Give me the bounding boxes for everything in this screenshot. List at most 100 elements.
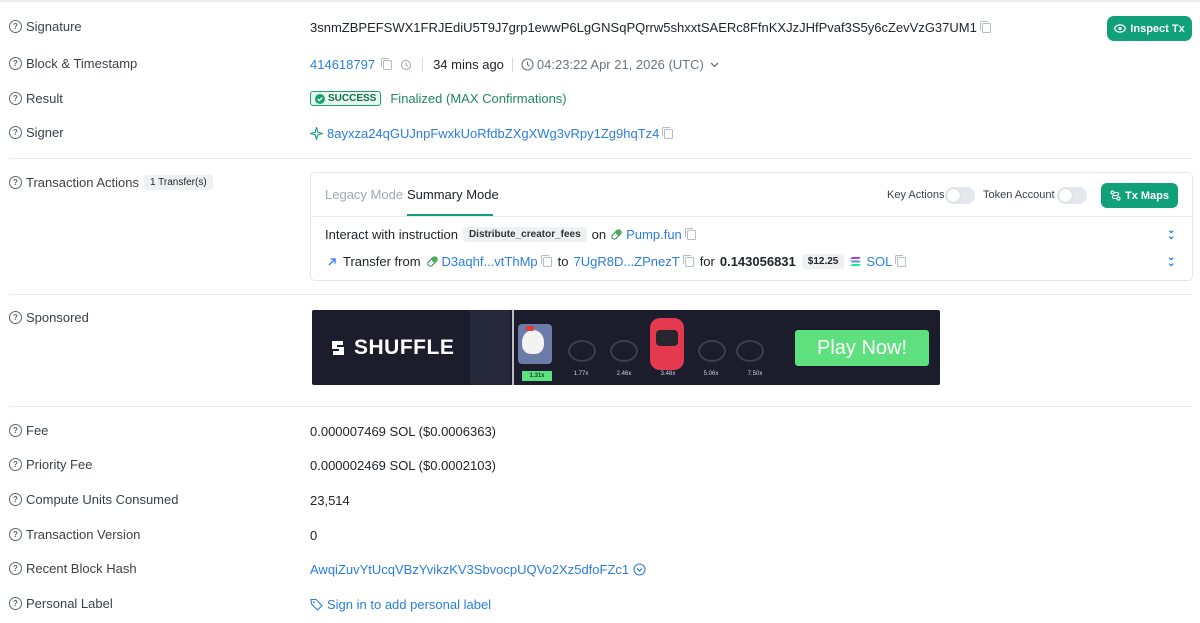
arrow-up-right-icon	[328, 257, 336, 265]
ad-manhole	[736, 340, 764, 362]
play-now-button[interactable]: Play Now!	[795, 330, 929, 366]
fee-row: ? Fee 0.000007469 SOL ($0.0006363)	[0, 422, 1200, 442]
key-actions-label: Key Actions	[887, 189, 945, 201]
recent-hash-row: ? Recent Block Hash AwqiZuvYtUcqVBzYvikzK…	[0, 560, 1200, 580]
inspect-tx-button[interactable]: Inspect Tx	[1107, 16, 1192, 41]
eye-icon	[1114, 24, 1127, 33]
help-icon[interactable]: ?	[9, 92, 22, 105]
separator	[422, 57, 424, 72]
block-link[interactable]: 414618797	[310, 57, 375, 72]
compute-row: ? Compute Units Consumed 23,514	[0, 491, 1200, 511]
program-link[interactable]: Pump.fun	[626, 227, 682, 242]
help-icon[interactable]: ?	[9, 57, 22, 70]
chevron-down-icon[interactable]	[710, 62, 719, 68]
sponsored-label: ? Sponsored	[9, 310, 89, 325]
recent-hash-value: AwqiZuvYtUcqVBzYvikzKV3SbvocpUQVo2Xz5dfo…	[310, 562, 646, 577]
copy-icon[interactable]	[682, 254, 694, 267]
copy-icon[interactable]	[979, 20, 991, 33]
block-label: ? Block & Timestamp	[9, 56, 137, 71]
personal-label-row: ? Personal Label Sign in to add personal …	[0, 595, 1200, 615]
double-chevron-icon[interactable]: ⌄ ⌄	[1167, 253, 1175, 269]
block-row: ? Block & Timestamp 414618797 34 mins ago…	[0, 55, 1200, 75]
tab-legacy-mode[interactable]: Legacy Mode	[325, 187, 403, 202]
confirmation-text: Finalized (MAX Confirmations)	[390, 91, 567, 106]
token-account-label: Token Account	[983, 189, 1055, 201]
tab-summary-mode[interactable]: Summary Mode	[407, 187, 499, 202]
multiplier-label: 5.06x	[703, 371, 719, 377]
copy-icon[interactable]	[895, 254, 907, 267]
signer-value: 8ayxza24qGUJnpFwxkUoRfdbZXgXWg3vRpy1Zg9h…	[310, 126, 674, 141]
instruction-line: Interact with instruction Distribute_cre…	[325, 227, 696, 242]
signature-label: ? Signature	[9, 19, 82, 34]
signer-row: ? Signer 8ayxza24qGUJnpFwxkUoRfdbZXgXWg3v…	[0, 124, 1200, 144]
help-icon[interactable]: ?	[9, 597, 22, 610]
actions-card: Legacy Mode Summary Mode Key Actions Tok…	[310, 172, 1193, 281]
recent-hash-label: ? Recent Block Hash	[9, 561, 137, 576]
divider	[9, 158, 1192, 159]
history-icon[interactable]	[400, 59, 412, 71]
sign-in-link[interactable]: Sign in to add personal label	[327, 597, 491, 612]
compute-value: 23,514	[310, 493, 350, 508]
tx-maps-button[interactable]: Tx Maps	[1101, 183, 1178, 208]
tag-icon	[310, 598, 323, 611]
signer-link[interactable]: 8ayxza24qGUJnpFwxkUoRfdbZXgXWg3vRpy1Zg9h…	[327, 126, 659, 141]
multiplier-label: 2.46x	[616, 371, 632, 377]
status-badge: SUCCESS	[310, 91, 382, 106]
transfer-count-badge: 1 Transfer(s)	[143, 175, 213, 190]
clock-icon	[521, 58, 534, 71]
usd-value-chip: $12.25	[801, 254, 845, 269]
fee-label: ? Fee	[9, 423, 48, 438]
pill-icon	[426, 256, 438, 267]
token-link[interactable]: SOL	[866, 254, 892, 269]
time-ago: 34 mins ago	[433, 57, 504, 72]
chevron-down-circle-icon[interactable]	[633, 563, 646, 576]
double-chevron-icon[interactable]: ⌄ ⌄	[1167, 226, 1175, 242]
version-value: 0	[310, 528, 318, 543]
help-icon[interactable]: ?	[9, 458, 22, 471]
help-icon[interactable]: ?	[9, 528, 22, 541]
sparkle-icon	[310, 127, 323, 140]
ad-lane	[470, 310, 510, 385]
help-icon[interactable]: ?	[9, 562, 22, 575]
help-icon[interactable]: ?	[9, 126, 22, 139]
sponsored-banner[interactable]: SHUFFLE 1.31x 1.77x 2.46x 3.48x 5.06x 7.…	[312, 310, 940, 385]
signer-label: ? Signer	[9, 125, 64, 140]
signature-hash: 3snmZBPEFSWX1FRJEdiU5T9J7grp1ewwP6LgGNSq…	[310, 20, 977, 35]
recent-hash-link[interactable]: AwqiZuvYtUcqVBzYvikzKV3SbvocpUQVo2Xz5dfo…	[310, 562, 629, 577]
priority-fee-value: 0.000002469 SOL ($0.0002103)	[310, 458, 497, 473]
copy-icon[interactable]	[662, 126, 674, 139]
multiplier-label: 7.50x	[747, 371, 763, 377]
ad-logo: SHUFFLE	[328, 336, 454, 360]
ad-manhole	[610, 340, 638, 362]
divider	[9, 406, 1192, 407]
fee-value: 0.000007469 SOL ($0.0006363)	[310, 424, 497, 439]
copy-icon[interactable]	[381, 57, 393, 70]
help-icon[interactable]: ?	[9, 20, 22, 33]
actions-label: ? Transaction Actions 1 Transfer(s)	[9, 175, 213, 190]
solana-icon	[850, 257, 862, 266]
timestamp: 04:23:22 Apr 21, 2026 (UTC)	[536, 57, 704, 72]
help-icon[interactable]: ?	[9, 493, 22, 506]
priority-fee-row: ? Priority Fee 0.000002469 SOL ($0.000210…	[0, 456, 1200, 476]
to-address-link[interactable]: 7UgR8D...ZPnezT	[573, 254, 679, 269]
transfer-line: Transfer from D3aqhf...vtThMp to 7UgR8D.…	[327, 254, 907, 269]
copy-icon[interactable]	[684, 227, 696, 240]
help-icon[interactable]: ?	[9, 424, 22, 437]
priority-fee-label: ? Priority Fee	[9, 457, 92, 472]
copy-icon[interactable]	[540, 254, 552, 267]
car-window	[656, 330, 678, 346]
version-label: ? Transaction Version	[9, 527, 140, 542]
pill-icon	[611, 229, 622, 240]
result-label: ? Result	[9, 91, 63, 106]
multiplier-label: 1.31x	[522, 371, 552, 381]
help-icon[interactable]: ?	[9, 311, 22, 324]
chicken-body	[522, 330, 544, 354]
from-address-link[interactable]: D3aqhf...vtThMp	[442, 254, 538, 269]
compute-label: ? Compute Units Consumed	[9, 492, 178, 507]
help-icon[interactable]: ?	[9, 176, 22, 189]
ad-manhole	[568, 340, 596, 362]
multiplier-label: 3.48x	[660, 371, 676, 377]
key-actions-toggle[interactable]	[945, 187, 975, 204]
token-account-toggle[interactable]	[1057, 187, 1087, 204]
multiplier-label: 1.77x	[573, 371, 589, 377]
